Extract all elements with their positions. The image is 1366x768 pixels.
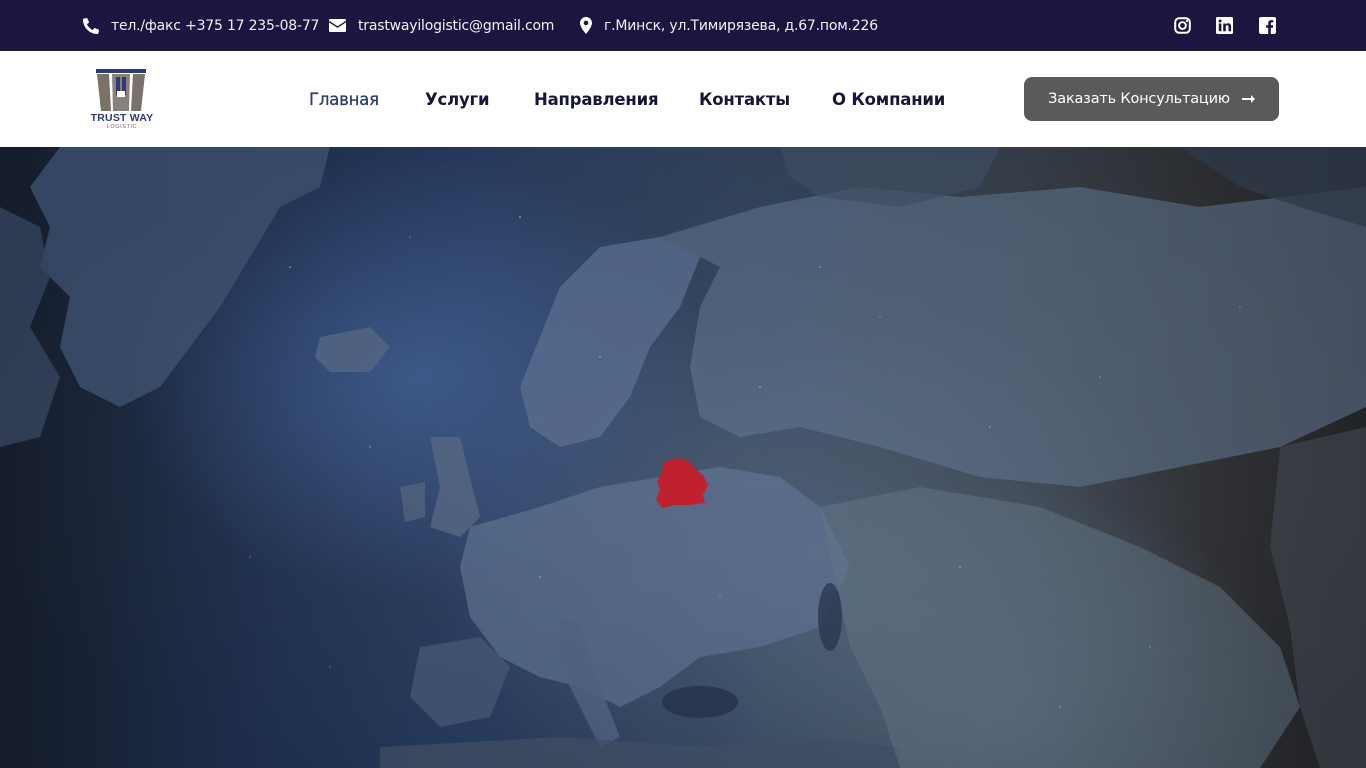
phone-icon — [83, 17, 99, 34]
world-map-graphic — [0, 147, 1366, 768]
nav-item-about[interactable]: О Компании — [832, 51, 945, 147]
email-contact[interactable]: trastwayilogistic@gmail.com — [329, 0, 554, 51]
linkedin-link[interactable] — [1212, 0, 1236, 51]
nav-item-home[interactable]: Главная — [309, 51, 379, 147]
facebook-icon — [1258, 17, 1276, 34]
address-contact: г.Минск, ул.Тимирязева, д.67.пом.226 — [580, 0, 878, 51]
facebook-link[interactable] — [1255, 0, 1279, 51]
site-header: TRUST WAY LOGISTIC Главная Услуги Направ… — [0, 51, 1366, 147]
nav-item-services[interactable]: Услуги — [425, 51, 490, 147]
instagram-link[interactable] — [1170, 0, 1194, 51]
top-info-bar: тел./факс +375 17 235-08-77 trastwayilog… — [0, 0, 1366, 51]
phone-text: тел./факс +375 17 235-08-77 — [111, 17, 320, 34]
instagram-icon — [1173, 17, 1191, 34]
envelope-icon — [329, 19, 346, 32]
linkedin-icon — [1215, 17, 1233, 34]
map-marker-icon — [580, 17, 592, 34]
address-text: г.Минск, ул.Тимирязева, д.67.пом.226 — [604, 17, 878, 34]
nav-item-directions[interactable]: Направления — [534, 51, 659, 147]
nav-item-contacts[interactable]: Контакты — [699, 51, 790, 147]
hero-world-map — [0, 147, 1366, 768]
phone-contact[interactable]: тел./факс +375 17 235-08-77 — [83, 0, 319, 51]
arrow-right-icon — [1241, 95, 1255, 103]
email-text: trastwayilogistic@gmail.com — [358, 17, 555, 34]
order-consultation-label: Заказать Консультацию — [1048, 91, 1230, 107]
order-consultation-button[interactable]: Заказать Консультацию — [1024, 77, 1279, 121]
